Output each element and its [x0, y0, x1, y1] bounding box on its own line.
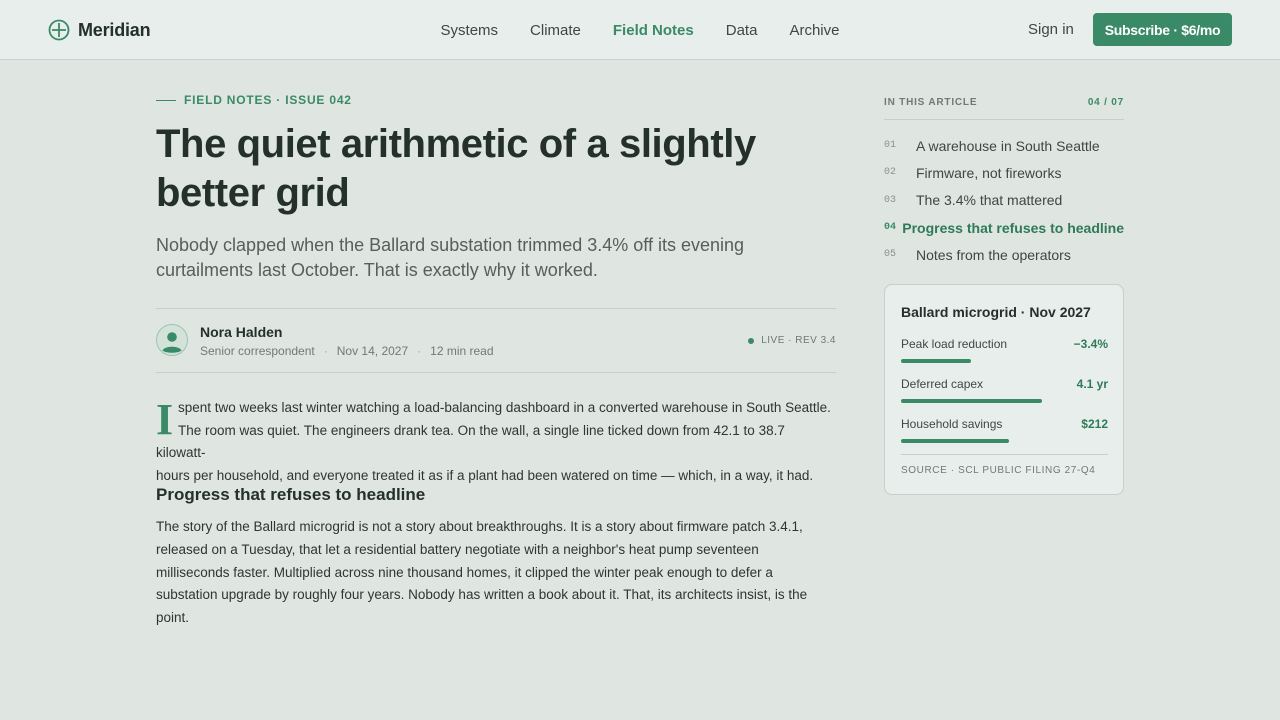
divider — [156, 308, 836, 309]
byline-meta: Senior correspondent · Nov 14, 2027 · 12… — [200, 344, 494, 358]
paragraph-line: The room was quiet. The engineers drank … — [156, 422, 785, 461]
live-status: LIVE · REV 3.4 — [748, 335, 836, 346]
stat-bar-fill — [901, 359, 972, 363]
headline-line: The quiet arithmetic of a slightly — [156, 122, 756, 166]
article-headline: The quiet arithmetic of a slightly bette… — [156, 120, 836, 218]
toc-item[interactable]: 02 Firmware, not fireworks — [884, 159, 1124, 186]
read-time: 12 min read — [430, 344, 494, 358]
toc-item-label: Progress that refuses to headline — [902, 219, 1124, 236]
top-navigation-bar: Meridian Systems Climate Field Notes Dat… — [0, 0, 1280, 60]
card-source: SOURCE · SCL PUBLIC FILING 27-Q4 — [901, 465, 1096, 476]
stat-value: −3.4% — [1073, 337, 1108, 351]
toc-item-number: 05 — [884, 249, 897, 261]
toc-item[interactable]: 05 Notes from the operators — [884, 241, 1124, 268]
author-name[interactable]: Nora Halden — [200, 324, 282, 340]
toc-heading: IN THIS ARTICLE — [884, 97, 978, 108]
dek-line: Nobody clapped when the Ballard substati… — [156, 235, 745, 255]
paragraph-line: released on a Tuesday, that let a reside… — [156, 541, 759, 557]
toc-item-label: A warehouse in South Seattle — [916, 137, 1100, 154]
toc-item[interactable]: 01 A warehouse in South Seattle — [884, 132, 1124, 159]
kicker-rule — [156, 99, 176, 101]
paragraph-line: milliseconds faster. Multiplied across n… — [156, 564, 773, 580]
article-dek: Nobody clapped when the Ballard substati… — [156, 233, 776, 283]
nav-link-data[interactable]: Data — [726, 22, 758, 39]
article-kicker: FIELD NOTES · ISSUE 042 — [156, 93, 352, 107]
toc-divider — [884, 119, 1124, 120]
stat-label: Deferred capex — [901, 377, 984, 391]
nav-link-archive[interactable]: Archive — [789, 22, 839, 39]
stat-bar-fill — [901, 439, 1009, 443]
stat-bar-fill — [901, 399, 1042, 403]
main-nav: Systems Climate Field Notes Data Archive — [0, 0, 1280, 60]
table-of-contents: 01 A warehouse in South Seattle 02 Firmw… — [884, 132, 1124, 268]
divider — [156, 372, 836, 373]
toc-header: IN THIS ARTICLE 04 / 07 — [884, 97, 1124, 108]
stat-value: 4.1 yr — [1076, 377, 1108, 391]
stat-bar — [901, 359, 1108, 363]
author-avatar[interactable] — [156, 324, 188, 356]
stats-card: Ballard microgrid · Nov 2027 Peak load r… — [884, 284, 1124, 495]
stat-label: Household savings — [901, 417, 1003, 431]
nav-link-field-notes[interactable]: Field Notes — [613, 22, 694, 39]
toc-item-label: The 3.4% that mattered — [916, 192, 1063, 209]
paragraph-body: The story of the Ballard microgrid is no… — [156, 516, 836, 630]
stat-bar — [901, 399, 1108, 403]
card-divider — [901, 454, 1108, 455]
toc-item-label: Firmware, not fireworks — [916, 164, 1062, 181]
meta-separator: · — [323, 344, 328, 358]
subscribe-button[interactable]: Subscribe · $6/mo — [1093, 13, 1232, 46]
toc-item[interactable]: 03 The 3.4% that mattered — [884, 187, 1124, 214]
meta-separator: · — [417, 344, 422, 358]
nav-link-systems[interactable]: Systems — [441, 22, 499, 39]
compass-icon — [48, 19, 70, 41]
paragraph-line: The story of the Ballard microgrid is no… — [156, 519, 803, 534]
stat-peak-load: Peak load reduction −3.4% — [901, 336, 1108, 363]
nav-link-climate[interactable]: Climate — [530, 22, 581, 39]
toc-item-label: Notes from the operators — [916, 246, 1071, 263]
card-title: Ballard microgrid · Nov 2027 — [901, 304, 1091, 320]
paragraph-line: substation upgrade by roughly four years… — [156, 587, 808, 603]
author-role: Senior correspondent — [200, 344, 315, 358]
toc-item-active[interactable]: 04 Progress that refuses to headline — [884, 214, 1124, 241]
section-heading: Progress that refuses to headline — [156, 485, 426, 504]
paragraph-intro: spent two weeks last winter watching a l… — [156, 397, 836, 487]
sign-in-link[interactable]: Sign in — [1028, 21, 1074, 38]
toc-item-number: 01 — [884, 140, 897, 152]
stat-bar — [901, 439, 1108, 443]
toc-item-number: 04 — [884, 222, 897, 234]
paragraph-line: hours per household, and everyone treate… — [156, 467, 814, 483]
stat-household-savings: Household savings $212 — [901, 416, 1108, 443]
live-dot-icon — [748, 337, 755, 344]
dek-line: curtailments last October. That is exact… — [156, 260, 598, 280]
status-text: LIVE · REV 3.4 — [761, 335, 836, 346]
brand-logo[interactable]: Meridian — [48, 18, 151, 42]
paragraph-line: point. — [156, 610, 190, 626]
stat-deferred-capex: Deferred capex 4.1 yr — [901, 376, 1108, 403]
publish-date: Nov 14, 2027 — [336, 344, 409, 358]
headline-line: better grid — [156, 171, 350, 215]
stat-value: $212 — [1081, 417, 1108, 431]
toc-progress: 04 / 07 — [1087, 97, 1124, 108]
paragraph-line: spent two weeks last winter watching a l… — [178, 400, 831, 415]
stat-label: Peak load reduction — [901, 337, 1008, 351]
toc-item-number: 02 — [884, 167, 897, 179]
kicker-text: FIELD NOTES · ISSUE 042 — [184, 93, 352, 107]
toc-item-number: 03 — [884, 194, 897, 206]
brand-name: Meridian — [78, 19, 151, 40]
